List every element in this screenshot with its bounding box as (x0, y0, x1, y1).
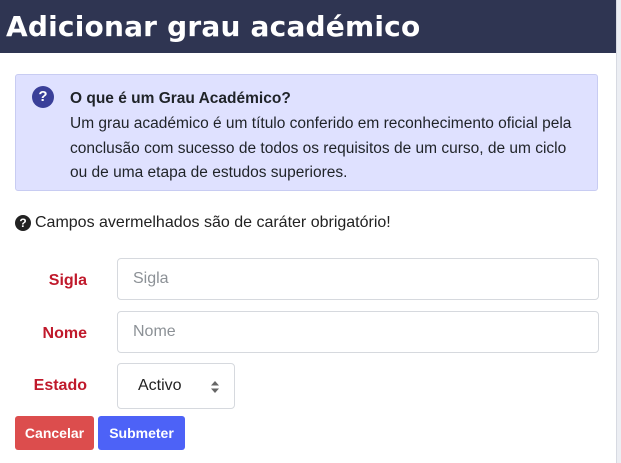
info-text: Um grau académico é um título conferido … (70, 115, 572, 181)
info-box: ? O que é um Grau Académico? Um grau aca… (15, 74, 598, 191)
sigla-input[interactable] (117, 258, 599, 300)
nome-input[interactable] (117, 311, 599, 353)
submit-button[interactable]: Submeter (98, 416, 185, 450)
estado-selected-value: Activo (138, 377, 182, 394)
select-arrows-icon (211, 381, 219, 393)
question-circle-icon: ? (15, 215, 31, 231)
scrollbar[interactable] (616, 0, 621, 463)
nome-label: Nome (42, 325, 87, 342)
question-circle-icon: ? (32, 86, 54, 108)
sigla-label: Sigla (48, 272, 87, 289)
estado-select[interactable]: Activo (117, 363, 235, 409)
modal-header: Adicionar grau académico (0, 0, 616, 53)
info-title: O que é um Grau Académico? (70, 90, 291, 107)
required-fields-note: ? Campos avermelhados são de caráter obr… (15, 214, 391, 232)
required-note-text: Campos avermelhados são de caráter obrig… (35, 214, 391, 231)
estado-label: Estado (33, 377, 87, 394)
modal-title: Adicionar grau académico (6, 10, 421, 43)
cancel-button[interactable]: Cancelar (15, 416, 94, 450)
